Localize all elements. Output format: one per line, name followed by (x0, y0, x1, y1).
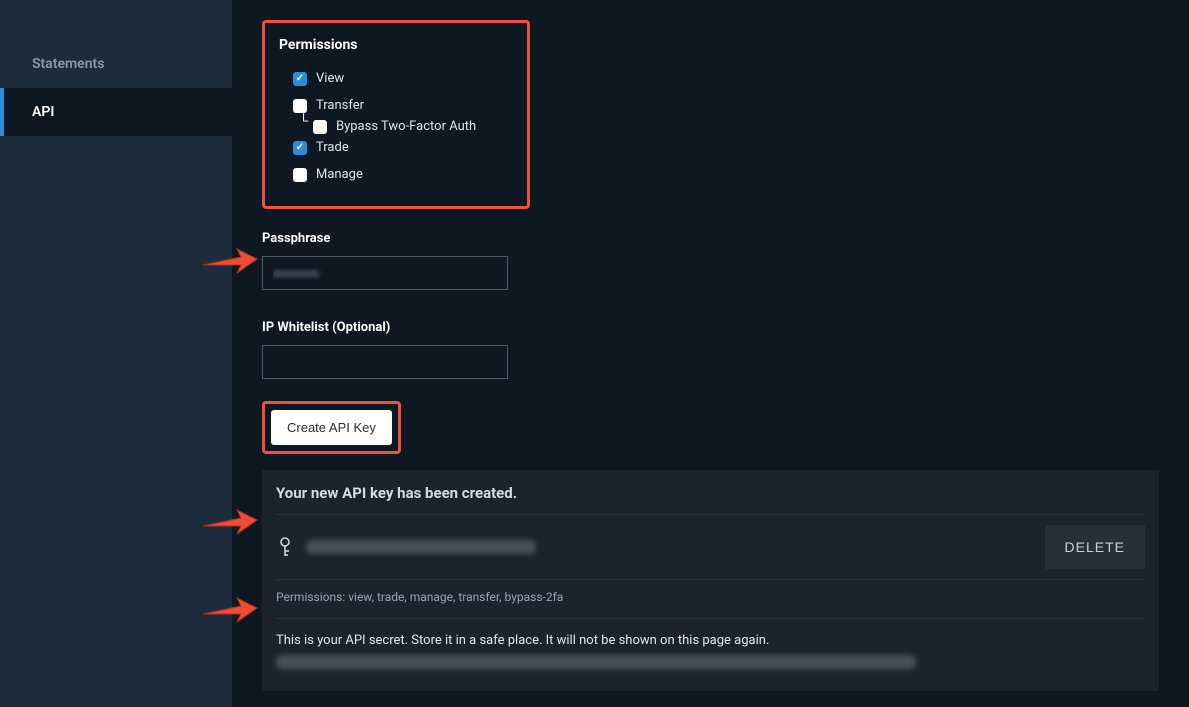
permission-label: Trade (316, 140, 349, 155)
passphrase-label: Passphrase (262, 231, 1159, 246)
ip-whitelist-section: IP Whitelist (Optional) (262, 320, 1159, 379)
ip-whitelist-label: IP Whitelist (Optional) (262, 320, 1159, 335)
app-shell: Statements API Permissions View Transfer… (0, 0, 1189, 707)
tree-branch-icon: └ (299, 113, 308, 129)
permission-row-transfer[interactable]: Transfer (279, 92, 513, 119)
sidebar-item-api[interactable]: API (0, 88, 232, 136)
main-content: Permissions View Transfer └ Bypass Two-F… (232, 0, 1189, 707)
permission-label: Manage (316, 167, 363, 182)
checkbox-manage[interactable] (293, 168, 307, 182)
key-icon (276, 536, 294, 558)
api-key-result-panel: Your new API key has been created. (262, 470, 1159, 691)
sidebar-item-label: Statements (32, 56, 104, 72)
delete-button[interactable]: DELETE (1045, 525, 1145, 569)
create-button-highlight: Create API Key (262, 401, 401, 454)
api-secret-value (276, 648, 1145, 669)
passphrase-input[interactable] (262, 256, 508, 290)
ip-whitelist-input[interactable] (262, 345, 508, 379)
permission-row-trade[interactable]: Trade (279, 134, 513, 161)
sidebar-item-label: API (32, 104, 54, 120)
sidebar: Statements API (0, 0, 232, 707)
checkbox-bypass-2fa[interactable] (313, 120, 327, 134)
api-key-row: DELETE (276, 514, 1145, 580)
create-api-key-button[interactable]: Create API Key (271, 410, 392, 445)
permission-label: Transfer (316, 98, 364, 113)
permission-row-view[interactable]: View (279, 65, 513, 92)
result-title: Your new API key has been created. (276, 484, 1145, 502)
checkbox-trade[interactable] (293, 141, 307, 155)
checkbox-transfer[interactable] (293, 99, 307, 113)
sidebar-item-statements[interactable]: Statements (0, 40, 232, 88)
permissions-title: Permissions (279, 37, 513, 53)
permission-label: Bypass Two-Factor Auth (336, 119, 476, 134)
api-secret-notice: This is your API secret. Store it in a s… (276, 619, 1145, 648)
api-key-value (306, 539, 536, 555)
passphrase-section: Passphrase (262, 231, 1159, 290)
sidebar-top (0, 20, 232, 40)
permissions-panel: Permissions View Transfer └ Bypass Two-F… (262, 20, 530, 209)
checkbox-view[interactable] (293, 72, 307, 86)
permission-label: View (316, 71, 344, 86)
permission-row-manage[interactable]: Manage (279, 161, 513, 188)
permissions-summary: Permissions: view, trade, manage, transf… (276, 580, 1145, 619)
permission-row-bypass-2fa[interactable]: └ Bypass Two-Factor Auth (279, 119, 513, 134)
